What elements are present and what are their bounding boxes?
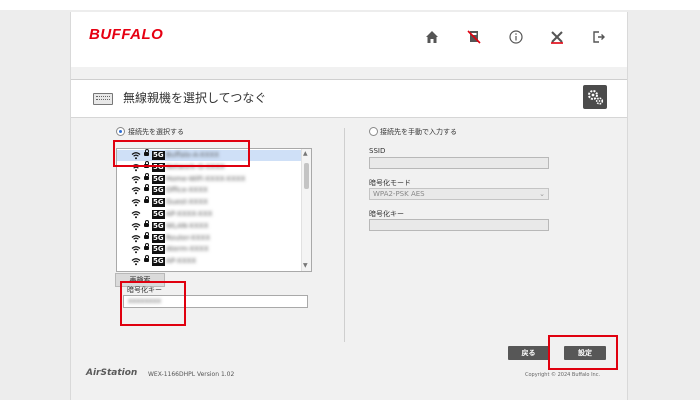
band-badge: 5G [152, 174, 165, 184]
band-badge: 5G [152, 221, 165, 231]
highlight-apply-button [548, 335, 618, 370]
ap-ssid: Office-XXXX [166, 186, 208, 195]
ap-list-item[interactable]: 5G AP-XXXX-XXX [117, 209, 301, 220]
scroll-up-icon[interactable]: ▲ [303, 151, 308, 157]
highlight-selected-ap [113, 140, 250, 167]
ap-list-item[interactable]: 5G WLAN-XXXX [117, 219, 301, 232]
gears-icon [588, 90, 604, 105]
top-strip [0, 0, 700, 10]
ap-list-item[interactable]: 5G Office-XXXX [117, 184, 301, 196]
header: BUFFALO [71, 12, 627, 67]
lock-icon [144, 255, 149, 263]
title-bar: 無線親機を選択してつなぐ [71, 80, 627, 118]
ap-list-item[interactable]: 5G Aterm-XXXX [117, 243, 301, 255]
ap-ssid: AP-XXXX [166, 257, 197, 266]
lock-icon [144, 172, 149, 180]
settings-gear-button[interactable] [583, 85, 607, 109]
wifi-signal-icon [131, 222, 141, 230]
tools-icon[interactable] [548, 28, 566, 46]
ap-ssid: Router-XXXX [166, 233, 211, 242]
ap-ssid: WLAN-XXXX [166, 221, 209, 230]
highlight-enc-key [120, 281, 186, 326]
wifi-signal-icon [131, 187, 141, 195]
lock-icon [144, 184, 149, 192]
enc-mode-label: 暗号化モード [369, 179, 411, 187]
ap-ssid: AP-XXXX-XXX [166, 210, 213, 218]
manual-mode-radio[interactable] [369, 127, 378, 136]
wifi-signal-icon [131, 199, 141, 207]
band-badge: 5G [152, 186, 165, 196]
manual-enc-key-input[interactable] [369, 219, 549, 231]
ssid-input[interactable] [369, 157, 549, 169]
wifi-signal-icon [131, 258, 141, 266]
lock-icon [144, 243, 149, 251]
footer-model: WEX-1166DHPL Version 1.02 [148, 371, 235, 378]
ap-list-item[interactable]: 5G Router-XXXX [117, 231, 301, 244]
wifi-signal-icon [131, 246, 141, 254]
footer-brand: AirStation [86, 368, 138, 378]
keyboard-icon [93, 93, 113, 105]
column-divider [344, 128, 345, 342]
copyright-text: Copyright © 2024 Buffalo Inc. [525, 372, 601, 378]
ap-list-scrollbar[interactable]: ▲ ▼ [301, 149, 311, 271]
info-icon[interactable] [507, 28, 525, 46]
page-title: 無線親機を選択してつなぐ [123, 91, 267, 105]
back-button[interactable]: 戻る [508, 346, 549, 360]
manual-enc-key-label: 暗号化キー [369, 210, 404, 218]
router-window: BUFFALO 無線親機を選択してつなぐ 接続先を選択する 5G Buffalo… [70, 12, 628, 400]
select-mode-label: 接続先を選択する [128, 128, 184, 136]
network-icon[interactable] [465, 28, 483, 46]
lock-icon [144, 219, 149, 227]
select-mode-radio[interactable] [116, 127, 125, 136]
manual-mode-label: 接続先を手動で入力する [380, 128, 457, 136]
ap-list-item[interactable]: 5G Home-WiFi-XXXX-XXXX [117, 172, 301, 185]
band-badge: 5G [152, 233, 165, 243]
logout-icon[interactable] [590, 28, 608, 46]
ap-list-item[interactable]: 5G AP-XXXX [117, 255, 301, 267]
wifi-signal-icon [131, 175, 141, 183]
wifi-signal-icon [131, 211, 141, 219]
band-badge: 5G [152, 245, 165, 255]
scroll-down-icon[interactable]: ▼ [303, 263, 308, 269]
chevron-down-icon: ⌄ [539, 190, 545, 198]
lock-icon [144, 231, 149, 239]
home-icon[interactable] [423, 28, 441, 46]
band-badge: 5G [152, 198, 165, 208]
ap-ssid: Aterm-XXXX [166, 245, 209, 254]
band-badge: 5G [152, 210, 165, 219]
wifi-signal-icon [131, 234, 141, 242]
band-badge: 5G [152, 257, 165, 267]
brand-logo: BUFFALO [89, 26, 164, 43]
ap-list-item[interactable]: 5G Guest-XXXX [117, 196, 301, 208]
lock-icon [144, 196, 149, 204]
ssid-label: SSID [369, 147, 386, 155]
scroll-thumb[interactable] [304, 163, 309, 189]
ap-ssid: Guest-XXXX [166, 198, 208, 207]
enc-mode-select[interactable]: WPA2-PSK AES ⌄ [369, 188, 549, 200]
enc-mode-value: WPA2-PSK AES [373, 190, 425, 198]
ap-ssid: Home-WiFi-XXXX-XXXX [166, 174, 246, 183]
